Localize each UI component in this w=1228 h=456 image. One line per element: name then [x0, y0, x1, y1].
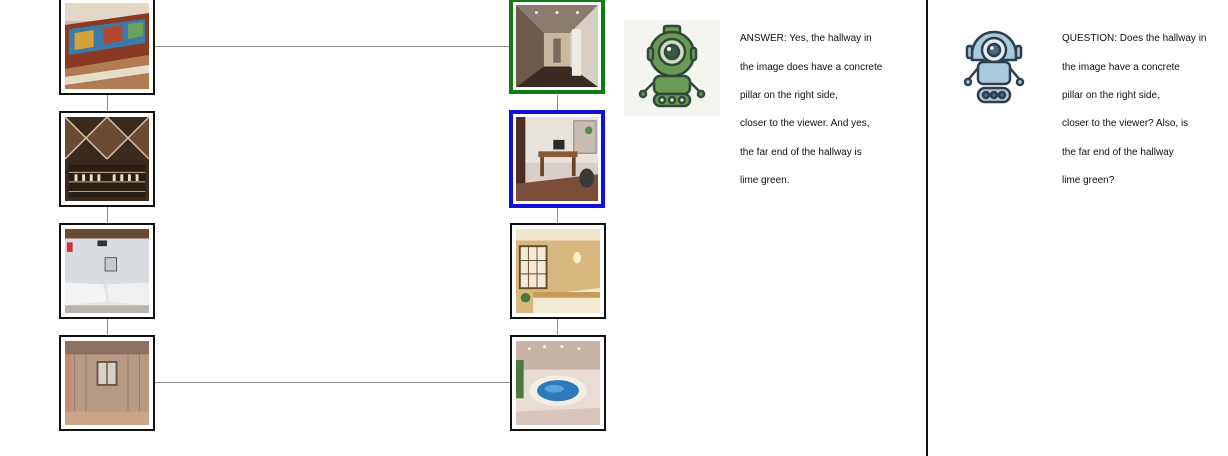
lobby-photo	[65, 3, 149, 89]
answer-message: ANSWER: Yes, the hallway in the image do…	[740, 18, 912, 203]
connector-top-horizontal	[155, 46, 511, 47]
question-line: closer to the viewer? Also, is	[1062, 118, 1189, 130]
answer-line: ANSWER: Yes, the hallway in	[740, 33, 872, 45]
answer-line: closer to the viewer. And yes,	[740, 118, 870, 130]
question-message: QUESTION: Does the hallway in the image …	[1062, 18, 1226, 203]
office-photo	[516, 117, 598, 201]
image-card-wine-cellar[interactable]	[59, 111, 155, 207]
image-card-indoor-pool[interactable]	[510, 335, 606, 431]
image-card-wooden-room[interactable]	[59, 335, 155, 431]
image-card-hallway-selected[interactable]	[509, 0, 605, 94]
shoji-bedroom-photo	[516, 229, 600, 313]
green-robot-icon	[624, 20, 720, 116]
wine-cellar-photo	[65, 117, 149, 201]
connector-bottom-horizontal	[155, 382, 511, 383]
answer-line: pillar on the right side,	[740, 90, 838, 102]
connector-right-3	[557, 319, 558, 335]
question-line: the far end of the hallway	[1062, 146, 1174, 158]
question-line: QUESTION: Does the hallway in	[1062, 33, 1207, 45]
connector-left-2	[107, 207, 108, 223]
image-card-twin-bedroom[interactable]	[59, 223, 155, 319]
connector-left-1	[107, 95, 108, 111]
connector-right-2	[557, 207, 558, 223]
image-card-shoji-bedroom[interactable]	[510, 223, 606, 319]
blue-robot-icon	[962, 28, 1026, 108]
answer-line: the image does have a concrete	[740, 61, 883, 73]
question-line: pillar on the right side,	[1062, 90, 1160, 102]
indoor-pool-photo	[516, 341, 600, 425]
twin-bedroom-photo	[65, 229, 149, 313]
panel-divider	[926, 0, 928, 456]
question-line: the image have a concrete	[1062, 61, 1180, 73]
answer-line: the far end of the hallway is	[740, 146, 862, 158]
image-card-office-selected[interactable]	[509, 110, 605, 208]
hallway-photo	[516, 5, 598, 87]
question-line: lime green?	[1062, 175, 1115, 187]
image-card-lobby[interactable]	[59, 0, 155, 95]
answer-line: lime green.	[740, 175, 790, 187]
connector-left-3	[107, 319, 108, 335]
connector-right-1	[557, 95, 558, 111]
wooden-room-photo	[65, 341, 149, 425]
